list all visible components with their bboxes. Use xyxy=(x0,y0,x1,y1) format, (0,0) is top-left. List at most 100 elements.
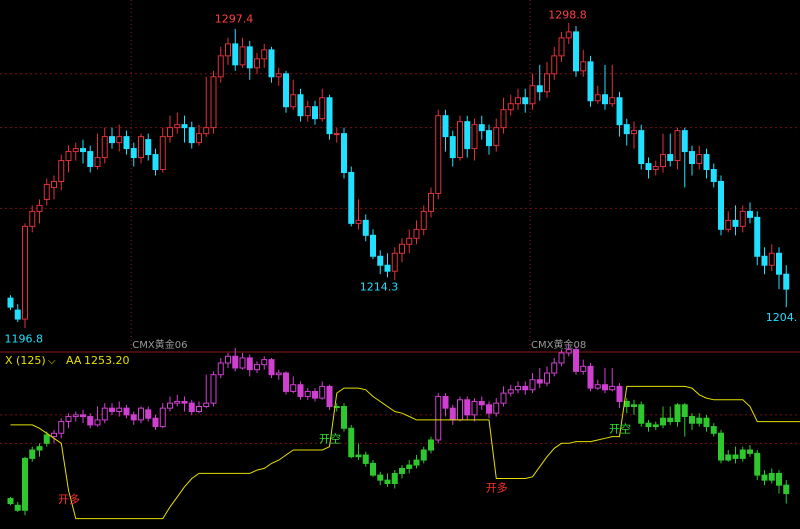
indicator-candle-body xyxy=(203,402,210,407)
candle-body xyxy=(94,157,101,168)
indicator-candle-body xyxy=(486,404,492,414)
candle-body xyxy=(580,61,587,72)
indicator-candle-body xyxy=(710,426,717,434)
candle-body xyxy=(609,97,616,105)
candle-body xyxy=(660,154,666,168)
indicator-candle-body xyxy=(725,454,732,461)
indicator-candle-body xyxy=(616,385,623,402)
candle-body xyxy=(739,210,746,227)
candle-body xyxy=(776,252,782,275)
signal-short-label: 开空 xyxy=(319,432,341,446)
candle-body xyxy=(754,216,761,257)
candle-body xyxy=(304,106,311,117)
indicator-candle-body xyxy=(783,484,790,495)
indicator-candle-body xyxy=(43,434,50,444)
candle-body xyxy=(420,210,427,230)
candle-body xyxy=(174,124,181,129)
candle-body xyxy=(565,31,572,39)
candle-body xyxy=(370,234,376,257)
indicator-candle-body xyxy=(101,407,108,421)
indicator-candle-body xyxy=(529,379,536,391)
candle-body xyxy=(500,109,507,129)
chart-background xyxy=(0,0,800,529)
candle-body xyxy=(72,148,79,153)
indicator-candle-body xyxy=(522,385,529,391)
candle-body xyxy=(710,169,717,182)
indicator-candle-body xyxy=(283,372,289,392)
indicator-candle-body xyxy=(761,474,768,481)
candle-body xyxy=(275,73,282,78)
candle-body xyxy=(333,133,340,136)
indicator-candle-body xyxy=(652,424,659,428)
candle-body xyxy=(551,55,558,75)
indicator-candle-body xyxy=(348,427,355,458)
candle-body xyxy=(428,192,434,212)
candle-body xyxy=(159,136,166,171)
indicator-candle-body xyxy=(94,419,101,426)
candle-body xyxy=(435,115,442,194)
candle-body xyxy=(522,97,529,105)
indicator-candle-body xyxy=(174,400,181,404)
candle-body xyxy=(101,136,108,159)
candle-body xyxy=(138,136,144,159)
indicator-candle-body xyxy=(312,390,318,399)
indicator-line-label: AA xyxy=(66,354,82,367)
candle-body xyxy=(732,219,739,227)
indicator-candle-body xyxy=(36,446,43,451)
indicator-candle-body xyxy=(660,417,666,426)
candle-body xyxy=(51,180,57,188)
indicator-candle-body xyxy=(130,414,137,421)
candle-body xyxy=(43,183,50,200)
indicator-candle-body xyxy=(362,454,369,464)
indicator-candle-body xyxy=(732,454,739,459)
candle-body xyxy=(413,228,420,239)
indicator-candle-body xyxy=(341,405,347,429)
candle-body xyxy=(674,130,681,162)
indicator-candle-body xyxy=(449,407,456,421)
candle-body xyxy=(217,55,224,78)
candle-body xyxy=(341,133,347,174)
price-extreme-label: 1297.4 xyxy=(215,13,254,26)
candle-body xyxy=(696,154,703,165)
indicator-candle-body xyxy=(739,449,746,459)
indicator-candle-body xyxy=(225,355,231,364)
candle-body xyxy=(471,124,478,150)
candle-body xyxy=(718,180,724,230)
indicator-candle-body xyxy=(464,399,471,416)
price-extreme-label: 1214.3 xyxy=(360,280,399,293)
indicator-candle-body xyxy=(587,365,594,389)
indicator-candle-body xyxy=(718,432,724,461)
candle-body xyxy=(689,151,695,165)
candle-body xyxy=(783,273,790,290)
candle-body xyxy=(80,148,86,153)
indicator-candle-body xyxy=(29,449,36,459)
indicator-candle-body xyxy=(109,407,115,413)
indicator-candle-body xyxy=(370,462,376,476)
indicator-candle-body xyxy=(116,407,123,413)
candle-body xyxy=(536,85,543,93)
candle-body xyxy=(145,139,152,156)
indicator-name[interactable]: X (125) xyxy=(5,354,46,367)
candle-body xyxy=(232,43,239,66)
candle-body xyxy=(529,85,536,105)
indicator-candle-body xyxy=(515,385,521,391)
chevron-down-icon[interactable]: ⌵ xyxy=(48,356,56,367)
indicator-candle-body xyxy=(391,472,398,484)
indicator-candle-body xyxy=(703,417,710,428)
indicator-candle-body xyxy=(558,352,565,364)
indicator-candle-body xyxy=(152,417,159,428)
indicator-candle-body xyxy=(638,404,645,424)
candle-body xyxy=(181,124,188,129)
indicator-candle-body xyxy=(51,432,57,438)
candle-body xyxy=(594,94,601,102)
indicator-candle-body xyxy=(413,459,420,466)
indicator-candle-body xyxy=(435,395,442,441)
indicator-candle-body xyxy=(406,464,413,469)
indicator-candle-body xyxy=(123,407,130,416)
indicator-candle-body xyxy=(246,357,253,371)
indicator-candle-body xyxy=(217,362,224,376)
indicator-candle-body xyxy=(565,349,572,354)
candle-body xyxy=(29,210,36,227)
candle-body xyxy=(14,309,21,320)
candle-body xyxy=(747,210,753,218)
